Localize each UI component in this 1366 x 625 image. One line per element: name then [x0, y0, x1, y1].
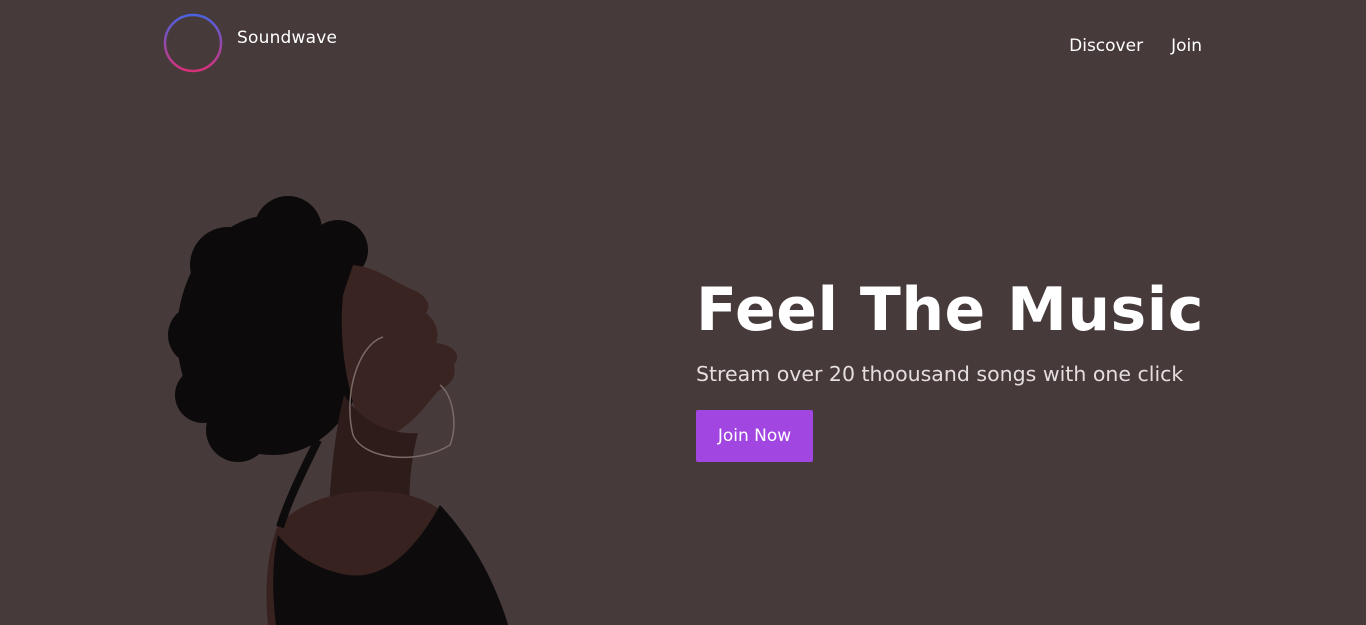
- brand-name[interactable]: Soundwave: [237, 28, 337, 48]
- main-nav: Discover Join: [1069, 36, 1202, 56]
- join-now-button[interactable]: Join Now: [696, 410, 813, 462]
- nav-item-join[interactable]: Join: [1171, 36, 1202, 56]
- hero-title: Feel The Music: [696, 275, 1204, 345]
- hero-section: Feel The Music Stream over 20 thoousand …: [696, 274, 1256, 462]
- soundwave-logo-icon[interactable]: [163, 12, 225, 74]
- hero-woman-photo: [168, 195, 513, 625]
- hero-subtitle: Stream over 20 thoousand songs with one …: [696, 362, 1184, 386]
- site-header: Soundwave Discover Join: [0, 0, 1366, 90]
- nav-item-discover[interactable]: Discover: [1069, 36, 1143, 56]
